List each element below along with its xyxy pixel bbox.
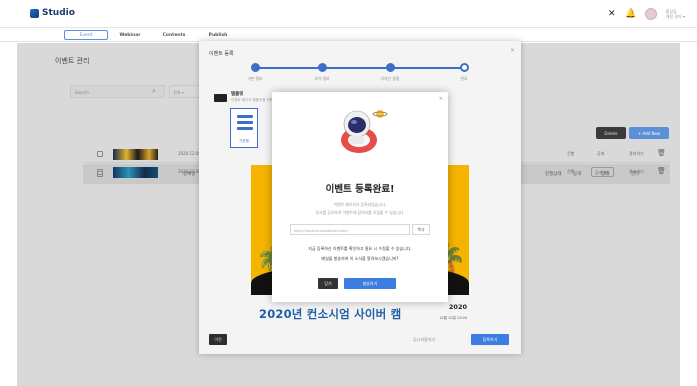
step-4-label: 완료 xyxy=(460,76,468,81)
search-icon[interactable]: ⌕ xyxy=(152,87,156,96)
dialog-message-1: 지금 등록하신 이벤트를 확인하고 필요 시 수정할 수 있습니다. xyxy=(308,246,412,251)
row-checkbox[interactable] xyxy=(97,151,103,157)
delete-button[interactable]: Delete xyxy=(596,127,626,139)
event-date: 12월 10일 13:00 xyxy=(439,316,467,320)
step-3-dot xyxy=(386,63,395,72)
page-title: 이벤트 관리 xyxy=(55,57,90,65)
register-button[interactable]: 등록하기 xyxy=(471,334,509,345)
row-date: 2020.12.08 xyxy=(178,169,201,174)
app-logo[interactable]: Studio xyxy=(30,8,75,18)
top-actions: ✕ 🔔 홍길동 계정 관리 ▾ xyxy=(607,8,685,20)
tab-publish[interactable]: Publish xyxy=(196,30,240,40)
add-event-button[interactable]: + Add New xyxy=(629,127,669,139)
event-url-field[interactable]: http://www.monaddoor.com/ xyxy=(290,224,410,235)
dialog-title: 이벤트 등록완료! xyxy=(325,184,395,195)
row-date: 2020.12.08 xyxy=(178,151,201,156)
nav-bar: Event Webinar Contents Publish xyxy=(0,28,697,42)
step-4-dot xyxy=(460,63,469,72)
row-public-button[interactable]: 공개하기 xyxy=(591,167,614,177)
close-icon[interactable]: × xyxy=(510,47,515,54)
nav-tabs: Event Webinar Contents Publish xyxy=(64,30,240,40)
trash-icon[interactable]: 🗑 xyxy=(657,167,666,175)
template-icon xyxy=(214,94,227,102)
close-icon[interactable]: × xyxy=(439,96,443,102)
save-draft-link[interactable]: 임시저장하기 xyxy=(413,337,435,343)
completion-dialog: × 이벤트 등록완료! 이벤트 페이지가 등록되었습니다. 링크를 공유하여 이… xyxy=(272,92,448,302)
tab-event[interactable]: Event xyxy=(64,30,108,40)
template-bar xyxy=(237,127,253,130)
event-year: 2020 xyxy=(448,303,467,311)
template-bar xyxy=(237,121,253,124)
search-input[interactable]: Search xyxy=(70,85,165,98)
step-1-label: 기본 정보 xyxy=(247,76,263,81)
astronaut-illustration-icon xyxy=(341,110,388,153)
step-3-label: 디자인 설정 xyxy=(380,76,400,81)
tab-contents[interactable]: Contents xyxy=(152,30,196,40)
row-thumbnail xyxy=(113,167,158,178)
tab-webinar[interactable]: Webinar xyxy=(108,30,152,40)
modal-title: 이벤트 등록 xyxy=(209,51,234,57)
top-bar: Studio ✕ 🔔 홍길동 계정 관리 ▾ xyxy=(0,0,697,28)
avatar[interactable] xyxy=(644,8,657,20)
event-heading: 2020년 컨소시엄 사이버 캠 xyxy=(259,307,402,321)
grid-icon[interactable]: ✕ xyxy=(607,9,617,19)
app-name: Studio xyxy=(42,8,75,18)
dialog-line-1: 이벤트 페이지가 등록되었습니다. xyxy=(333,202,387,207)
stepper-line xyxy=(255,67,464,69)
row-status: 진행 xyxy=(567,169,575,174)
user-sub: 계정 관리 ▾ xyxy=(665,14,685,19)
template-bar xyxy=(237,115,253,118)
step-1-dot xyxy=(251,63,260,72)
row-checkbox[interactable] xyxy=(97,169,103,175)
trash-icon[interactable]: 🗑 xyxy=(657,149,666,157)
dialog-line-2: 링크를 공유하여 이벤트에 참여자를 모집할 수 있습니다. xyxy=(315,210,405,215)
bell-icon[interactable]: 🔔 xyxy=(625,9,636,19)
row-public[interactable]: 공개 xyxy=(597,151,604,157)
copy-url-button[interactable]: 복사 xyxy=(412,224,430,235)
send-mail-button[interactable]: 발송하기 xyxy=(344,278,396,289)
prev-button[interactable]: 이전 xyxy=(209,334,227,345)
step-2-label: 부가 정보 xyxy=(314,76,330,81)
template-section-title: 템플릿 xyxy=(231,92,244,97)
row-thumbnail xyxy=(113,149,158,160)
close-button[interactable]: 닫기 xyxy=(318,278,338,289)
studio-logo-icon xyxy=(30,8,39,18)
user-menu[interactable]: 홍길동 계정 관리 ▾ xyxy=(666,9,685,19)
row-manage[interactable]: 관리하기 xyxy=(629,151,644,157)
template-option-label: 기본형 xyxy=(239,139,249,143)
row-manage[interactable]: 관리하기 xyxy=(629,169,644,175)
dialog-message-2: 메일을 발송하여 이 소식을 알려보시겠습니까? xyxy=(321,256,399,261)
row-status: 진행 xyxy=(567,151,575,156)
template-option-basic[interactable]: 기본형 xyxy=(230,108,258,148)
step-2-dot xyxy=(318,63,327,72)
